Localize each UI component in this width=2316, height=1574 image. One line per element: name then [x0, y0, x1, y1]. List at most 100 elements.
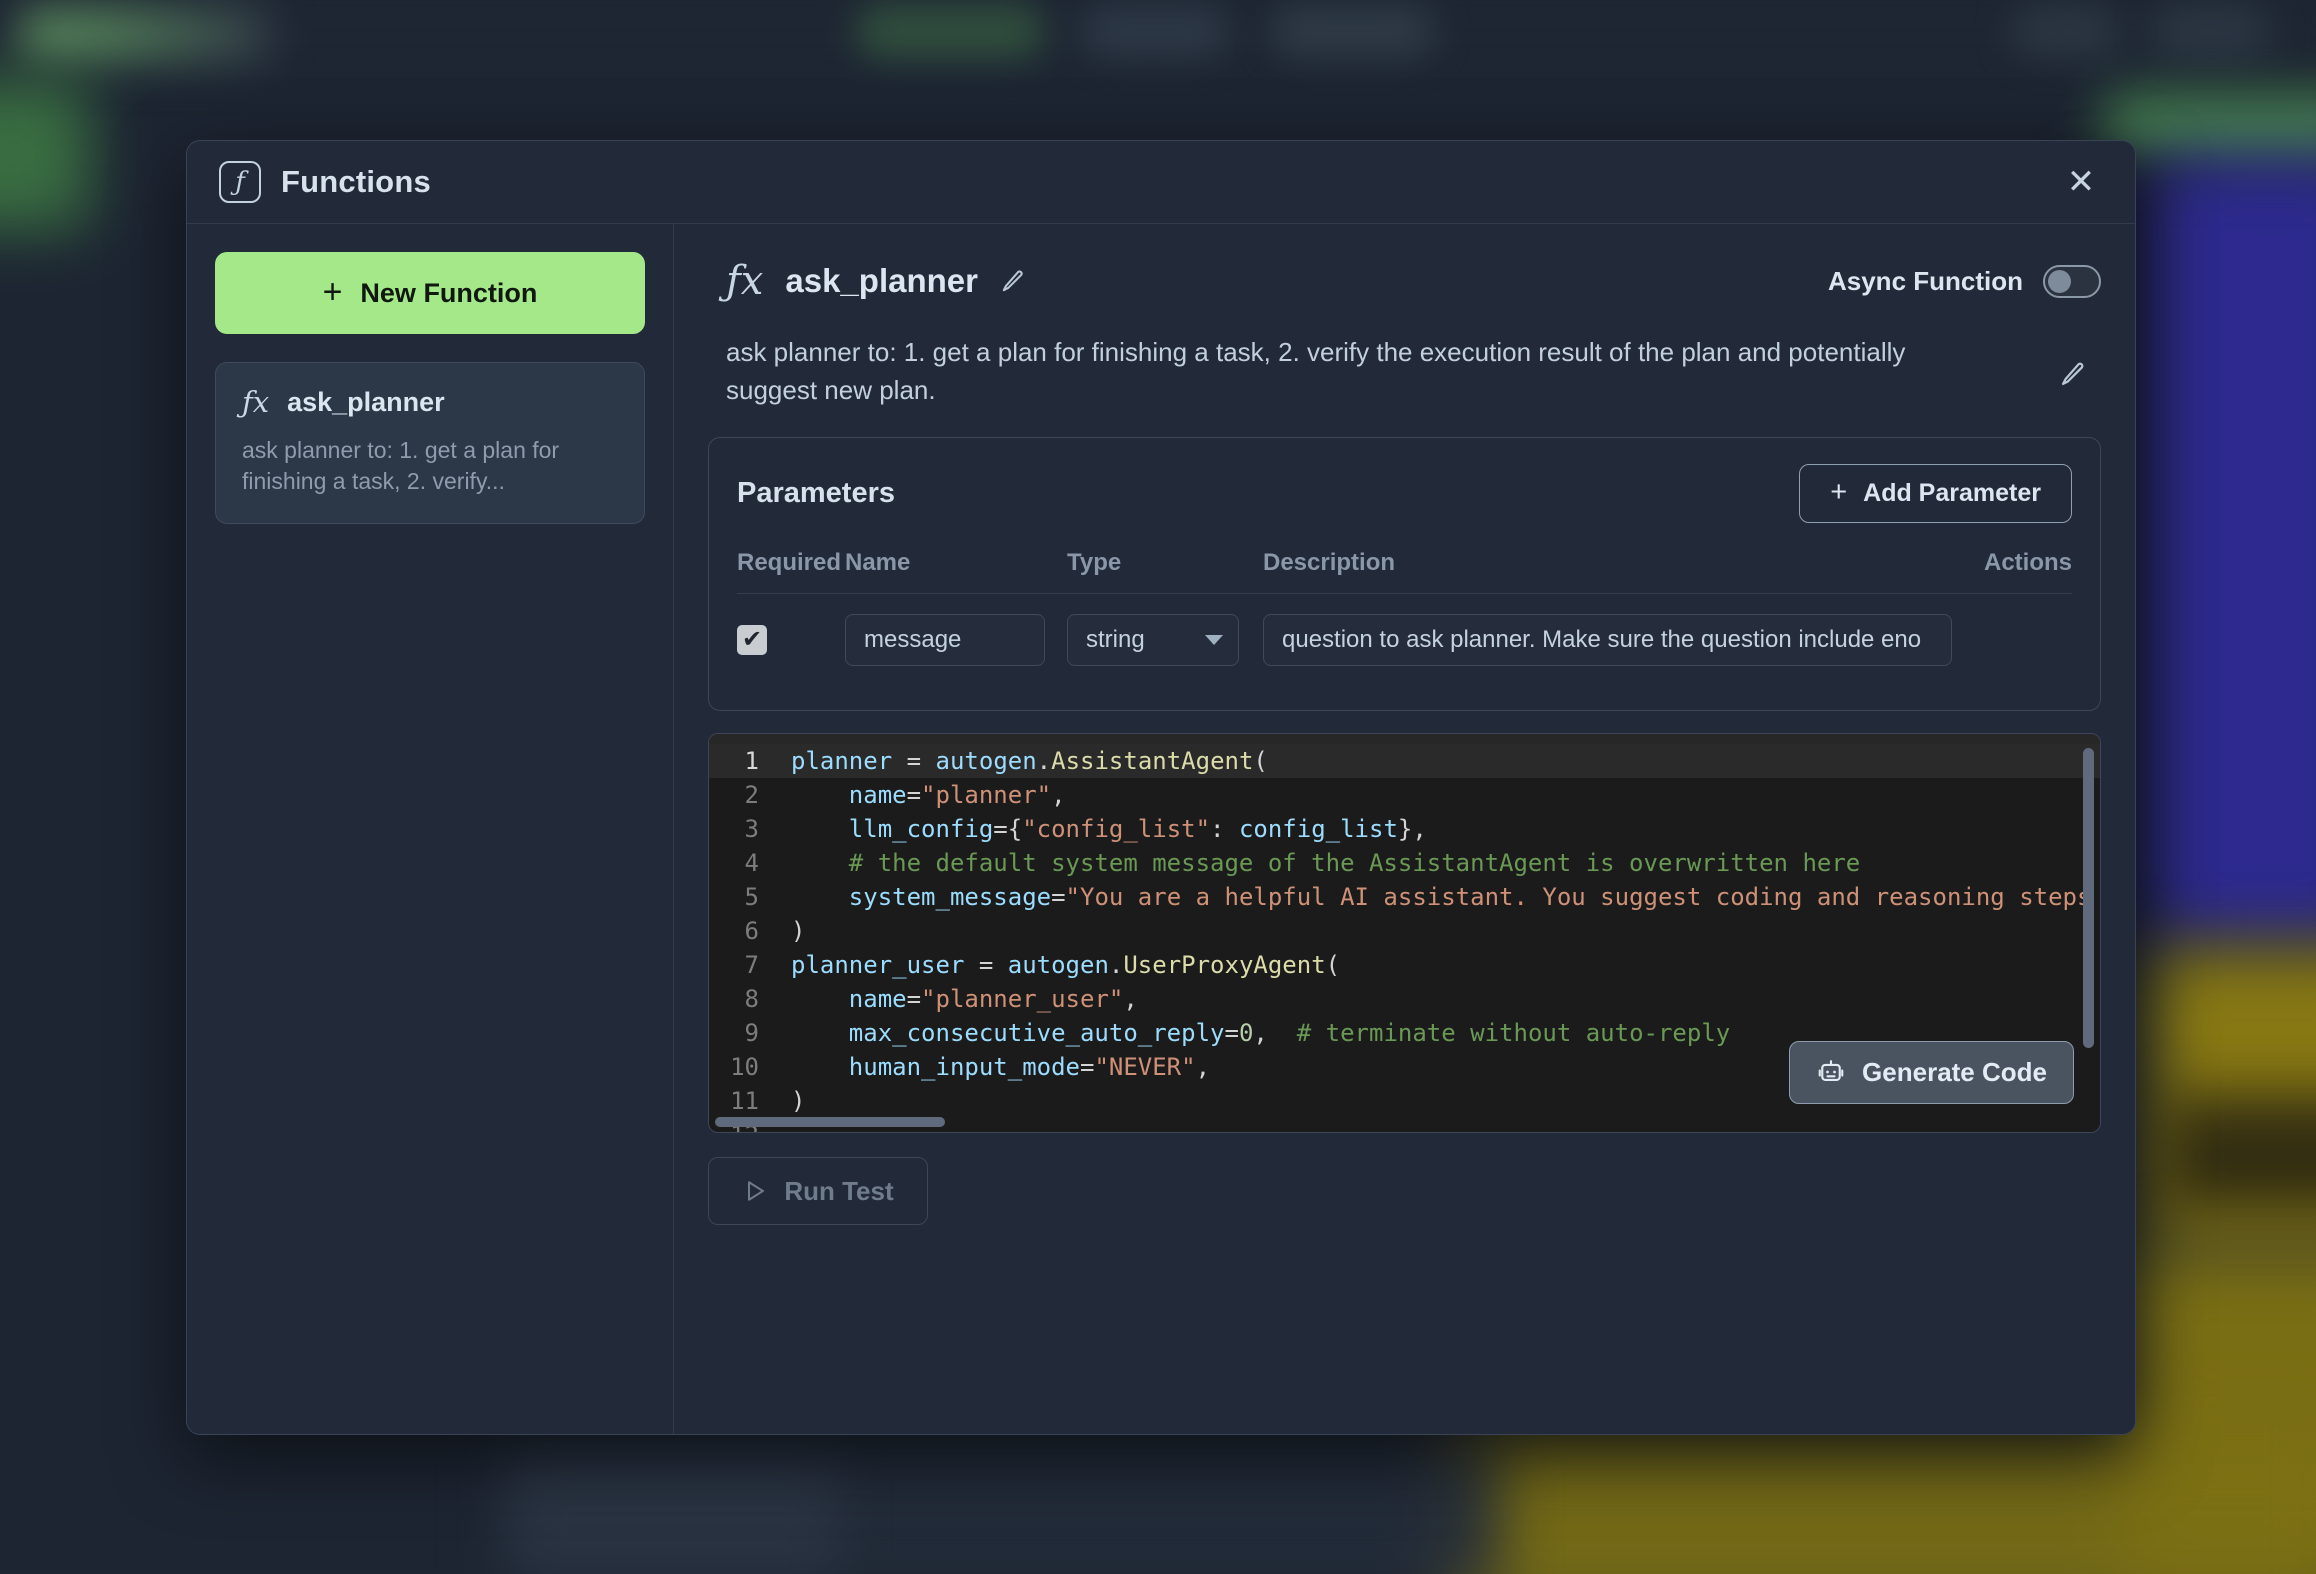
- code-line-number: 1: [744, 747, 759, 776]
- code-line-text: human_input_mode="NEVER",: [791, 1053, 1211, 1082]
- code-line: 5 system_message="You are a helpful AI a…: [709, 880, 2100, 914]
- modal-body: + New Function ƒx ask_planner ask planne…: [187, 224, 2135, 1434]
- run-test-button[interactable]: Run Test: [708, 1157, 928, 1226]
- column-header-required: Required: [737, 549, 842, 577]
- editor-horizontal-scrollbar[interactable]: [715, 1117, 945, 1128]
- code-line-number: 10: [730, 1053, 759, 1082]
- function-detail-panel: ƒx ask_planner Async Function ask planne…: [674, 224, 2135, 1434]
- code-line-text: # the default system message of the Assi…: [791, 849, 1861, 878]
- modal-titlebar: ƒ Functions ✕: [187, 141, 2135, 224]
- add-parameter-button[interactable]: + Add Parameter: [1799, 464, 2072, 524]
- code-editor[interactable]: 1 planner = autogen.AssistantAgent(2 name…: [708, 733, 2101, 1134]
- toggle-knob: [2048, 269, 2071, 293]
- function-badge-icon: ƒ: [219, 161, 261, 203]
- code-line: 6): [709, 914, 2100, 948]
- edit-name-pencil-icon[interactable]: [1000, 268, 1026, 294]
- code-line-text: ): [791, 1087, 806, 1116]
- parameters-table-header: Required Name Type Description Actions: [737, 549, 2072, 595]
- async-function-label: Async Function: [1827, 265, 2023, 296]
- sidebar-item-ask-planner[interactable]: ƒx ask_planner ask planner to: 1. get a …: [215, 362, 645, 525]
- functions-sidebar: + New Function ƒx ask_planner ask planne…: [187, 224, 674, 1434]
- backdrop-nav-pill: [855, 4, 1045, 58]
- parameter-description-wrap: [1263, 614, 1952, 667]
- code-line: 2 name="planner",: [709, 778, 2100, 812]
- parameter-name-input[interactable]: [845, 614, 1045, 667]
- code-line-number: 3: [744, 815, 759, 844]
- code-line-number: 11: [730, 1087, 759, 1116]
- cell-type: [1067, 614, 1263, 667]
- modal-title: Functions: [281, 164, 431, 199]
- code-line-text: ): [791, 917, 806, 946]
- code-line-text: max_consecutive_auto_reply=0, # terminat…: [791, 1019, 1731, 1048]
- function-name: ask_planner: [785, 262, 978, 299]
- function-detail-header: ƒx ask_planner Async Function: [708, 250, 2101, 308]
- fx-icon: ƒx: [242, 385, 270, 419]
- robot-icon: [1816, 1058, 1846, 1088]
- backdrop-nav-pill: [1080, 6, 1230, 56]
- function-description-row: ask planner to: 1. get a plan for finish…: [708, 334, 2101, 409]
- cell-name: [845, 614, 1067, 667]
- code-line-text: planner = autogen.AssistantAgent(: [791, 747, 1268, 776]
- parameter-type-select[interactable]: [1067, 614, 1239, 667]
- async-function-control: Async Function: [1827, 264, 2101, 298]
- code-line-text: name="planner",: [791, 781, 1066, 810]
- function-description: ask planner to: 1. get a plan for finish…: [726, 337, 1906, 405]
- async-function-toggle[interactable]: [2043, 264, 2101, 298]
- generate-code-button[interactable]: Generate Code: [1789, 1041, 2074, 1105]
- code-line-text: system_message="You are a helpful AI ass…: [791, 883, 2092, 912]
- cell-required: ✔: [737, 625, 845, 656]
- plus-icon: +: [322, 272, 343, 311]
- parameters-table: Required Name Type Description Actions ✔: [737, 549, 2072, 684]
- parameters-title: Parameters: [737, 477, 895, 510]
- parameters-card: Parameters + Add Parameter Required Name…: [708, 437, 2101, 712]
- backdrop-logo: [20, 8, 270, 60]
- backdrop-yellow-bottom: [1450, 1430, 2316, 1574]
- parameters-header: Parameters + Add Parameter: [737, 464, 2072, 524]
- code-line-number: 6: [744, 917, 759, 946]
- code-line-number: 8: [744, 985, 759, 1014]
- backdrop-green-left: [0, 80, 90, 230]
- column-header-name: Name: [845, 549, 911, 577]
- code-line-text: planner_user = autogen.UserProxyAgent(: [791, 951, 1341, 980]
- code-line-number: 7: [744, 951, 759, 980]
- function-card-header: ƒx ask_planner: [242, 385, 618, 419]
- code-line-number: 2: [744, 781, 759, 810]
- function-card-description: ask planner to: 1. get a plan for finish…: [242, 437, 560, 495]
- plus-icon: +: [1830, 476, 1848, 509]
- backdrop-yellow-dark: [2165, 1095, 2316, 1215]
- generate-code-label: Generate Code: [1862, 1057, 2047, 1088]
- editor-vertical-scrollbar[interactable]: [2083, 748, 2094, 1049]
- parameter-type-select-wrap: [1067, 614, 1239, 667]
- backdrop-nav-pill: [1270, 6, 1435, 56]
- required-checkbox[interactable]: ✔: [737, 625, 767, 656]
- code-line-number: 9: [744, 1019, 759, 1048]
- code-line-text: llm_config={"config_list": config_list},: [791, 815, 1427, 844]
- parameter-description-input[interactable]: [1263, 614, 1952, 667]
- table-row: ✔: [737, 594, 2072, 684]
- cell-description: [1263, 614, 1952, 667]
- add-parameter-label: Add Parameter: [1863, 479, 2041, 508]
- code-line: 4 # the default system message of the As…: [709, 846, 2100, 880]
- code-line-text: name="planner_user",: [791, 985, 1138, 1014]
- edit-description-pencil-icon[interactable]: [2059, 360, 2087, 388]
- functions-modal: ƒ Functions ✕ + New Function ƒx ask_plan…: [186, 140, 2136, 1435]
- code-line: 7 planner_user = autogen.UserProxyAgent(: [709, 948, 2100, 982]
- code-line-number: 4: [744, 849, 759, 878]
- backdrop-bottom-card: [510, 1455, 840, 1574]
- backdrop-nav-pill: [2150, 6, 2270, 56]
- backdrop-green-right: [2105, 95, 2316, 163]
- code-line: 1 planner = autogen.AssistantAgent(: [709, 744, 2100, 779]
- play-icon: [742, 1177, 770, 1205]
- fx-icon: ƒx: [726, 258, 764, 304]
- function-card-name: ask_planner: [287, 386, 445, 417]
- column-header-type: Type: [1067, 549, 1122, 577]
- code-line: 8 name="planner_user",: [709, 982, 2100, 1016]
- code-line-number: 5: [744, 883, 759, 912]
- code-line: 3 llm_config={"config_list": config_list…: [709, 812, 2100, 846]
- column-header-actions: Actions: [1983, 549, 2072, 577]
- backdrop-blue-panel: [2150, 160, 2316, 940]
- editor-top-strip: [709, 734, 2100, 745]
- close-icon[interactable]: ✕: [2059, 160, 2103, 204]
- new-function-button[interactable]: + New Function: [215, 252, 645, 334]
- new-function-label: New Function: [360, 277, 538, 308]
